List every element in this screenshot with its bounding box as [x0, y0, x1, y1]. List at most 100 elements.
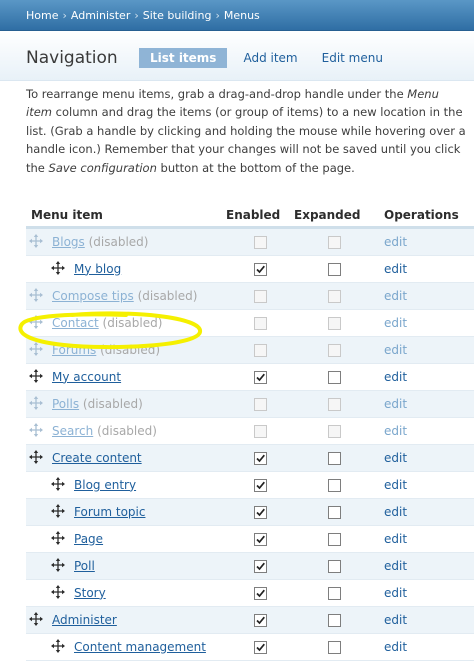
edit-link[interactable]: edit: [384, 289, 407, 303]
menu-item-link[interactable]: Create content: [52, 451, 142, 465]
expanded-checkbox[interactable]: [327, 479, 341, 492]
edit-link[interactable]: edit: [384, 343, 407, 357]
operations-cell: edit: [374, 498, 474, 526]
enabled-checkbox[interactable]: [253, 371, 267, 384]
expanded-checkbox[interactable]: [327, 371, 341, 384]
enabled-checkbox[interactable]: [253, 614, 267, 627]
enabled-checkbox[interactable]: [253, 398, 267, 411]
drag-handle-icon[interactable]: [50, 261, 66, 276]
edit-link[interactable]: edit: [384, 640, 407, 654]
drag-handle-icon[interactable]: [28, 315, 44, 330]
expanded-checkbox[interactable]: [327, 425, 341, 438]
tab-list-items[interactable]: List items: [139, 48, 228, 68]
expanded-checkbox[interactable]: [327, 236, 341, 249]
expanded-checkbox[interactable]: [327, 344, 341, 357]
enabled-checkbox[interactable]: [253, 317, 267, 330]
menu-item-link[interactable]: Forums: [52, 343, 96, 357]
enabled-checkbox[interactable]: [253, 587, 267, 600]
edit-link[interactable]: edit: [384, 613, 407, 627]
menu-item-link[interactable]: Compose tips: [52, 289, 134, 303]
breadcrumb-menus[interactable]: Menus: [224, 9, 260, 22]
table-row: Story edit: [26, 579, 474, 607]
menu-item-link[interactable]: Page: [74, 532, 103, 546]
edit-link[interactable]: edit: [384, 424, 407, 438]
edit-link[interactable]: edit: [384, 451, 407, 465]
enabled-checkbox[interactable]: [253, 479, 267, 492]
edit-link[interactable]: edit: [384, 262, 407, 276]
menu-item-cell: Create content: [26, 444, 226, 472]
enabled-checkbox[interactable]: [253, 452, 267, 465]
drag-handle-icon[interactable]: [28, 450, 44, 465]
drag-handle-icon[interactable]: [28, 396, 44, 411]
enabled-checkbox[interactable]: [253, 533, 267, 546]
enabled-checkbox[interactable]: [253, 236, 267, 249]
edit-link[interactable]: edit: [384, 316, 407, 330]
menu-item-link[interactable]: Administer: [52, 613, 117, 627]
expanded-checkbox[interactable]: [327, 452, 341, 465]
menu-item-link[interactable]: Poll: [74, 559, 95, 573]
table-row: Polls (disabled) edit: [26, 390, 474, 418]
drag-handle-icon[interactable]: [28, 342, 44, 357]
menu-item-link[interactable]: Blogs: [52, 235, 85, 249]
tab-add-item[interactable]: Add item: [235, 48, 305, 68]
expanded-checkbox[interactable]: [327, 398, 341, 411]
enabled-checkbox[interactable]: [253, 425, 267, 438]
enabled-cell: [226, 444, 294, 472]
edit-link[interactable]: edit: [384, 478, 407, 492]
drag-handle-icon[interactable]: [50, 585, 66, 600]
drag-handle-icon[interactable]: [28, 234, 44, 249]
menu-item-link[interactable]: Blog entry: [74, 478, 136, 492]
enabled-checkbox[interactable]: [253, 641, 267, 654]
edit-link[interactable]: edit: [384, 397, 407, 411]
expanded-checkbox[interactable]: [327, 263, 341, 276]
menu-item-link[interactable]: Story: [74, 586, 106, 600]
help-text: To rearrange menu items, grab a drag-and…: [26, 85, 468, 177]
expanded-checkbox[interactable]: [327, 614, 341, 627]
breadcrumb-administer[interactable]: Administer: [71, 9, 130, 22]
drag-handle-icon[interactable]: [28, 288, 44, 303]
expanded-checkbox[interactable]: [327, 317, 341, 330]
expanded-checkbox[interactable]: [327, 290, 341, 303]
breadcrumb-home[interactable]: Home: [26, 9, 58, 22]
drag-handle-icon[interactable]: [50, 558, 66, 573]
drag-handle-icon[interactable]: [50, 477, 66, 492]
expanded-checkbox[interactable]: [327, 533, 341, 546]
edit-link[interactable]: edit: [384, 370, 407, 384]
disabled-note: (disabled): [137, 288, 198, 303]
edit-link[interactable]: edit: [384, 235, 407, 249]
column-header-label: Menu item: [31, 207, 103, 222]
edit-link[interactable]: edit: [384, 532, 407, 546]
enabled-checkbox[interactable]: [253, 263, 267, 276]
menu-item-link[interactable]: My account: [52, 370, 121, 384]
expanded-checkbox[interactable]: [327, 641, 341, 654]
breadcrumb-site-building[interactable]: Site building: [143, 9, 212, 22]
menu-item-link[interactable]: Forum topic: [74, 505, 145, 519]
expanded-cell: [294, 282, 374, 310]
table-row: My account edit: [26, 363, 474, 391]
edit-link[interactable]: edit: [384, 505, 407, 519]
enabled-checkbox[interactable]: [253, 506, 267, 519]
enabled-checkbox[interactable]: [253, 560, 267, 573]
edit-link[interactable]: edit: [384, 586, 407, 600]
menu-item-link[interactable]: Search: [52, 424, 93, 438]
menu-item-link[interactable]: Polls: [52, 397, 79, 411]
operations-cell: edit: [374, 633, 474, 661]
drag-handle-icon[interactable]: [50, 531, 66, 546]
menu-item-link[interactable]: My blog: [74, 262, 121, 276]
menu-items-table: Menu item Enabled Expanded Operations Bl…: [26, 203, 474, 661]
drag-handle-icon[interactable]: [28, 369, 44, 384]
table-row: Blog entry edit: [26, 471, 474, 499]
expanded-checkbox[interactable]: [327, 560, 341, 573]
drag-handle-icon[interactable]: [50, 639, 66, 654]
drag-handle-icon[interactable]: [28, 423, 44, 438]
expanded-checkbox[interactable]: [327, 506, 341, 519]
menu-item-link[interactable]: Contact: [52, 316, 99, 330]
drag-handle-icon[interactable]: [50, 504, 66, 519]
menu-item-link[interactable]: Content management: [74, 640, 206, 654]
tab-edit-menu[interactable]: Edit menu: [314, 48, 391, 68]
enabled-checkbox[interactable]: [253, 344, 267, 357]
drag-handle-icon[interactable]: [28, 612, 44, 627]
expanded-checkbox[interactable]: [327, 587, 341, 600]
edit-link[interactable]: edit: [384, 559, 407, 573]
enabled-checkbox[interactable]: [253, 290, 267, 303]
